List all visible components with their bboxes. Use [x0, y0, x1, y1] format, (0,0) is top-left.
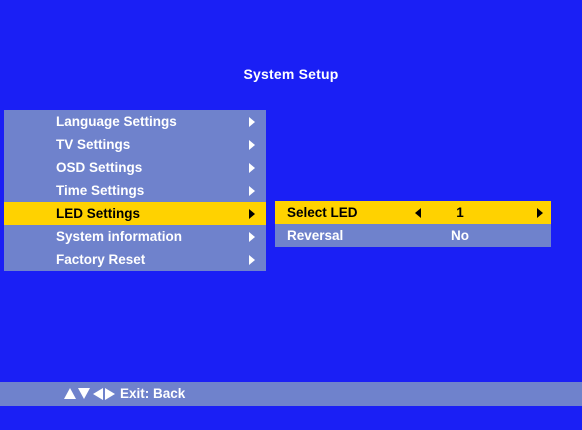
chevron-right-icon — [249, 209, 255, 219]
menu-item-label: LED Settings — [56, 206, 141, 221]
menu-item-language-settings[interactable]: Language Settings — [4, 110, 266, 133]
menu-item-label: TV Settings — [56, 137, 131, 152]
select-led-option[interactable]: Select LED 1 — [275, 201, 551, 224]
chevron-right-icon — [249, 117, 255, 127]
system-setup-screen: System Setup Language Settings TV Settin… — [0, 0, 582, 430]
chevron-right-icon — [249, 186, 255, 196]
menu-item-time-settings[interactable]: Time Settings — [4, 179, 266, 202]
option-value: 1 — [456, 205, 464, 220]
help-bar: Exit: Back — [0, 382, 582, 406]
menu-item-tv-settings[interactable]: TV Settings — [4, 133, 266, 156]
led-settings-submenu: Select LED 1 Reversal No — [275, 201, 551, 247]
menu-item-label: Time Settings — [56, 183, 145, 198]
menu-item-system-information[interactable]: System information — [4, 225, 266, 248]
arrow-left-icon[interactable] — [415, 208, 421, 218]
arrow-right-icon[interactable] — [537, 208, 543, 218]
arrow-right-icon — [105, 388, 115, 400]
chevron-right-icon — [249, 163, 255, 173]
arrow-down-icon — [78, 388, 90, 399]
option-value: No — [451, 228, 469, 243]
menu-item-label: Factory Reset — [56, 252, 146, 267]
chevron-right-icon — [249, 232, 255, 242]
menu-item-label: System information — [56, 229, 183, 244]
arrow-left-icon — [93, 388, 103, 400]
arrow-up-icon — [64, 388, 76, 399]
settings-menu: Language Settings TV Settings OSD Settin… — [4, 110, 266, 271]
reversal-option[interactable]: Reversal No — [275, 224, 551, 247]
chevron-right-icon — [249, 140, 255, 150]
exit-hint: Exit: Back — [120, 386, 186, 401]
option-label: Select LED — [287, 205, 358, 220]
menu-item-label: Language Settings — [56, 114, 177, 129]
menu-item-factory-reset[interactable]: Factory Reset — [4, 248, 266, 271]
menu-item-osd-settings[interactable]: OSD Settings — [4, 156, 266, 179]
chevron-right-icon — [249, 255, 255, 265]
menu-item-led-settings[interactable]: LED Settings — [4, 202, 266, 225]
option-label: Reversal — [287, 228, 344, 243]
page-title: System Setup — [243, 66, 339, 82]
menu-item-label: OSD Settings — [56, 160, 143, 175]
